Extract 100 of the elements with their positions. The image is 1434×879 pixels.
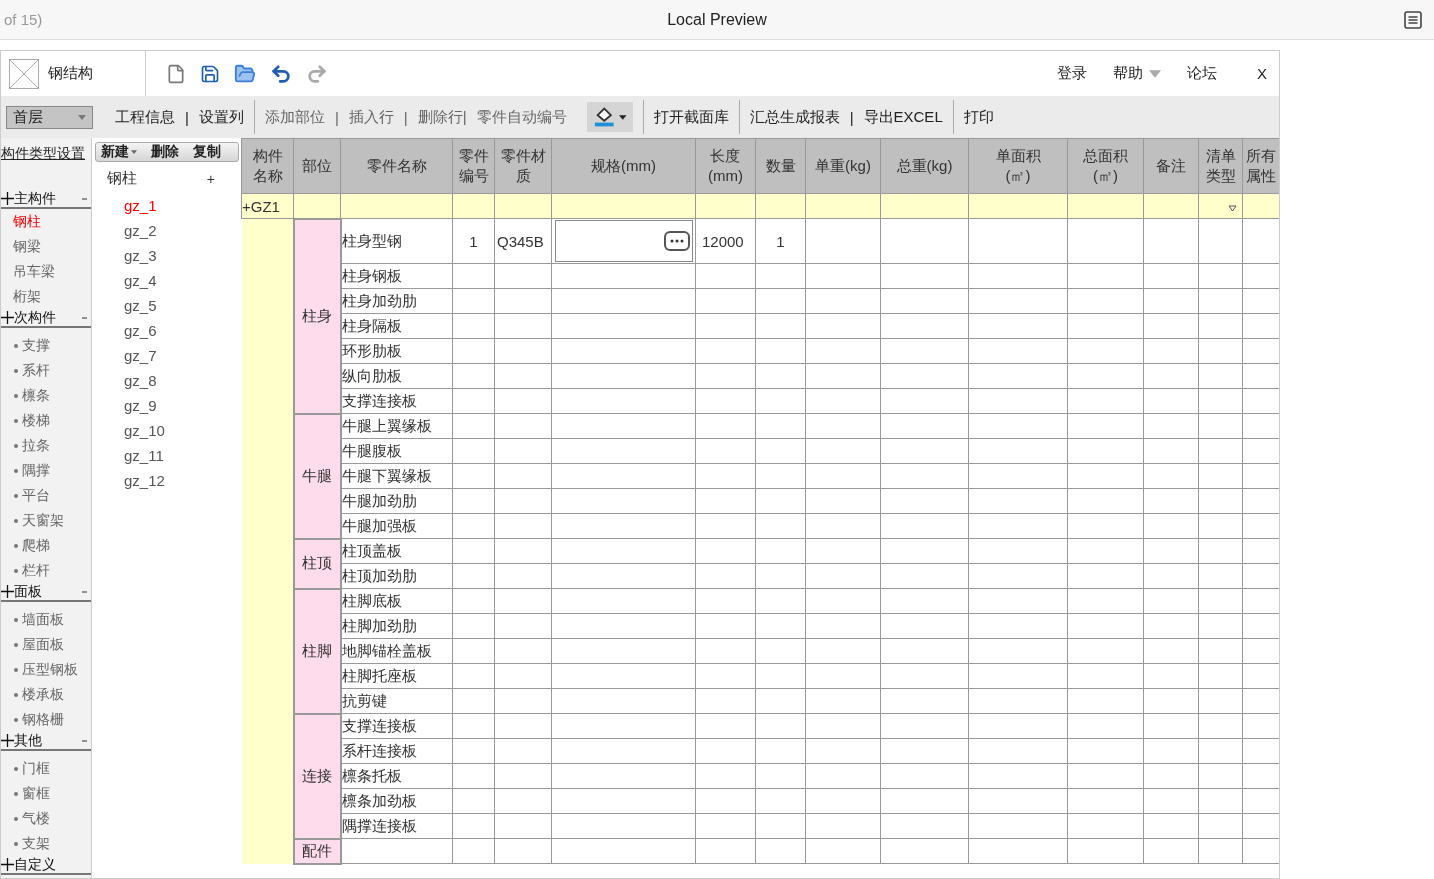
minus-icon — [82, 739, 87, 742]
header-link[interactable]: 帮助 — [1113, 64, 1161, 83]
component-item[interactable]: gz_6 — [95, 318, 239, 343]
bullet-icon — [14, 692, 18, 697]
sidebar-item[interactable]: 平台 — [1, 483, 91, 508]
sidebar-item[interactable]: 钢格栅 — [1, 707, 91, 732]
toolbar-button[interactable]: 工程信息 — [115, 107, 175, 127]
action-button[interactable]: 删除 — [151, 143, 179, 161]
sidebar-item[interactable]: 支撑 — [1, 333, 91, 358]
component-item[interactable]: gz_5 — [95, 293, 239, 318]
toolbar-button[interactable]: 汇总生成报表 — [749, 107, 840, 127]
new-file-button[interactable] — [166, 63, 186, 84]
sidebar-item[interactable]: 气楼 — [1, 806, 91, 831]
bullet-icon — [14, 642, 18, 647]
section-header[interactable]: 自定义 — [1, 856, 91, 875]
sidebar-item[interactable]: 天窗架 — [1, 508, 91, 533]
column-header: 部位 — [293, 138, 341, 194]
sidebar-item[interactable]: 门框 — [1, 756, 91, 781]
bullet-icon — [14, 518, 18, 523]
component-item[interactable]: gz_10 — [95, 418, 239, 443]
floor-select[interactable]: 首层 — [6, 105, 93, 129]
table-cell: 1 — [755, 218, 806, 264]
sidebar-item[interactable]: 系杆 — [1, 358, 91, 383]
sidebar-item[interactable]: 楼梯 — [1, 408, 91, 433]
table-cell: 地脚锚栓盖板 — [340, 638, 453, 664]
toolbar-button[interactable]: 设置列 — [198, 107, 244, 127]
bullet-icon — [14, 543, 18, 548]
sidebar-item[interactable]: 钢梁 — [1, 234, 91, 259]
action-button[interactable]: 复制 — [193, 143, 221, 161]
part-cell: 配件 — [293, 838, 341, 864]
component-item[interactable]: gz_1 — [95, 193, 239, 218]
header-link[interactable]: 登录 — [1057, 64, 1087, 83]
open-button[interactable] — [234, 62, 256, 85]
toolbar-button[interactable]: 打印 — [963, 107, 994, 127]
component-item[interactable]: gz_9 — [95, 393, 239, 418]
sidebar-item[interactable]: 钢柱 — [1, 209, 91, 234]
undo-button[interactable] — [270, 62, 292, 85]
plus-icon — [1, 858, 14, 871]
table-cell: 12000 — [695, 218, 756, 264]
table-cell: 柱身加劲肋 — [340, 288, 453, 314]
component-item[interactable]: gz_7 — [95, 343, 239, 368]
add-button[interactable]: + — [206, 170, 215, 187]
close-button[interactable]: X — [1257, 65, 1267, 82]
image-placeholder-icon — [9, 58, 39, 89]
column-header: 单重(kg) — [805, 138, 881, 194]
table-cell: 檩条加劲板 — [340, 788, 453, 814]
table-cell: 柱身钢板 — [340, 263, 453, 289]
component-item[interactable]: gz_12 — [95, 468, 239, 493]
action-button[interactable]: 新建 — [101, 143, 137, 161]
section-header[interactable]: 其他 — [1, 732, 91, 751]
sidebar-item[interactable]: 窗框 — [1, 781, 91, 806]
table-cell: 系杆连接板 — [340, 738, 453, 764]
component-item[interactable]: gz_4 — [95, 268, 239, 293]
separator-text: | — [334, 108, 339, 126]
sidebar-item[interactable]: 屋面板 — [1, 632, 91, 657]
sidebar-item[interactable]: 墙面板 — [1, 607, 91, 632]
minus-icon — [82, 316, 87, 319]
header-link[interactable]: 论坛 — [1187, 64, 1217, 83]
sidebar-item[interactable]: 压型钢板 — [1, 657, 91, 682]
section-header[interactable]: 面板 — [1, 583, 91, 602]
dropdown-icon[interactable] — [1228, 204, 1237, 212]
save-button[interactable] — [200, 63, 220, 84]
column-header: 零件材质 — [494, 138, 552, 194]
component-item[interactable]: gz_11 — [95, 443, 239, 468]
menu-icon[interactable] — [1404, 10, 1422, 29]
sidebar-title[interactable]: 构件类型设置 — [1, 142, 91, 164]
more-button[interactable] — [664, 231, 690, 251]
sidebar-item[interactable]: 支架 — [1, 831, 91, 856]
plus-icon — [1, 311, 14, 324]
spec-field[interactable] — [555, 220, 693, 262]
table-cell: 柱身隔板 — [340, 313, 453, 339]
table-cell: 1 — [452, 218, 495, 264]
plus-icon — [1, 585, 14, 598]
column-header: 备注 — [1143, 138, 1199, 194]
sidebar-item[interactable]: 栏杆 — [1, 558, 91, 583]
toolbar-button[interactable]: 导出EXCEL — [863, 107, 943, 127]
fill-color-button[interactable] — [586, 102, 633, 132]
section-header[interactable]: 次构件 — [1, 309, 91, 328]
bullet-icon — [14, 841, 18, 846]
sidebar-item[interactable]: 吊车梁 — [1, 259, 91, 284]
sidebar-item[interactable]: 檩条 — [1, 383, 91, 408]
component-item[interactable]: gz_3 — [95, 243, 239, 268]
bullet-icon — [14, 667, 18, 672]
plus-icon — [1, 192, 14, 205]
sidebar-item[interactable]: 隅撑 — [1, 458, 91, 483]
toolbar-button[interactable]: 打开截面库 — [653, 107, 729, 127]
bullet-icon — [14, 493, 18, 498]
window-title: Local Preview — [667, 10, 767, 29]
sidebar-item[interactable]: 拉条 — [1, 433, 91, 458]
table-cell: 支撑连接板 — [340, 713, 453, 739]
table-cell: Q345B — [494, 218, 552, 264]
table-cell: 牛腿加劲肋 — [340, 488, 453, 514]
part-cell: 柱脚 — [293, 588, 341, 714]
sidebar-item[interactable]: 桁架 — [1, 284, 91, 309]
sidebar-item[interactable]: 楼承板 — [1, 682, 91, 707]
component-item[interactable]: gz_2 — [95, 218, 239, 243]
sidebar-item[interactable]: 爬梯 — [1, 533, 91, 558]
bullet-icon — [14, 418, 18, 423]
component-item[interactable]: gz_8 — [95, 368, 239, 393]
section-header[interactable]: 主构件 — [1, 190, 91, 209]
